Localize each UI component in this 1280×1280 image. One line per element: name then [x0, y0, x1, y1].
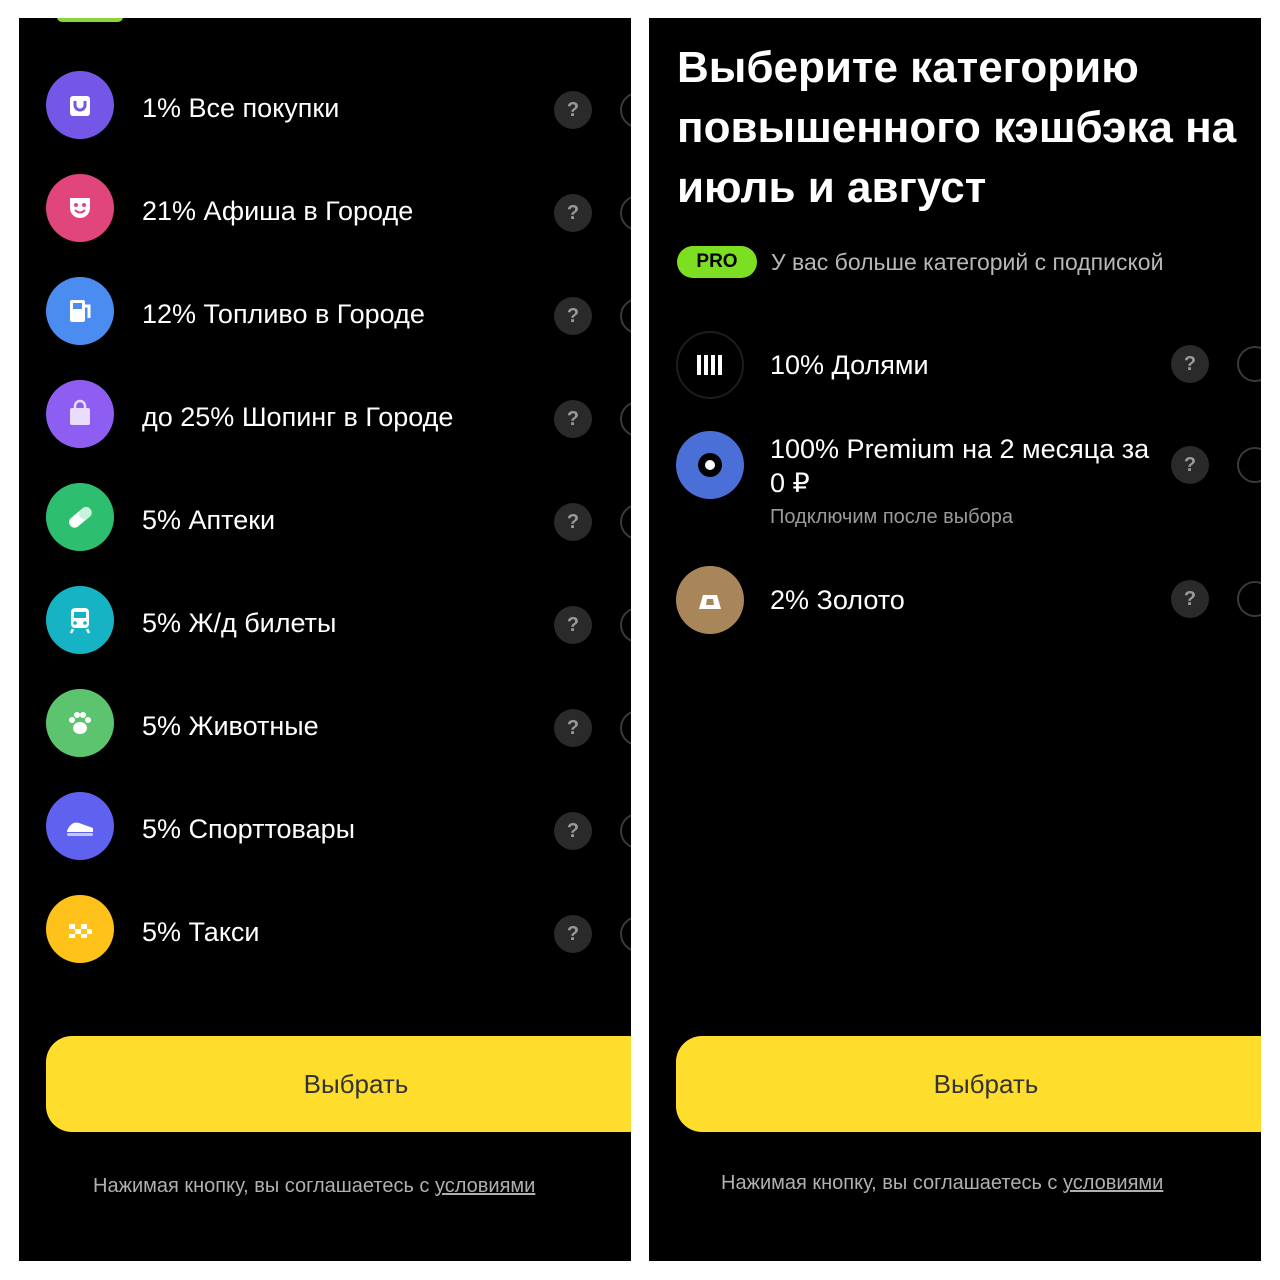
category-item-taxi[interactable]: 5% Такси ?: [19, 895, 631, 975]
help-icon[interactable]: ?: [554, 709, 592, 747]
help-icon[interactable]: ?: [554, 812, 592, 850]
dolyami-icon: [676, 331, 744, 399]
category-label: 1% Все покупки: [142, 93, 340, 123]
terms-link[interactable]: условиями: [435, 1175, 535, 1197]
category-label: 5% Такси: [142, 917, 260, 947]
category-item-premium[interactable]: 100% Premium на 2 месяца за 0 ₽ Подключи…: [649, 422, 1261, 542]
category-item-train[interactable]: 5% Ж/д билеты ?: [19, 586, 631, 666]
category-label: 10% Долями: [770, 350, 929, 380]
category-label: 21% Афиша в Городе: [142, 196, 414, 226]
category-radio[interactable]: [620, 916, 631, 952]
help-icon[interactable]: ?: [554, 91, 592, 129]
help-icon[interactable]: ?: [1171, 580, 1209, 618]
category-radio[interactable]: [620, 298, 631, 334]
paw-icon: [46, 689, 114, 757]
theater-mask-icon: [46, 174, 114, 242]
category-item-afisha[interactable]: 21% Афиша в Городе ?: [19, 174, 631, 254]
choose-button[interactable]: Выбрать: [46, 1036, 631, 1132]
left-screen: 1% Все покупки ? 21% Афиша в Городе ? 12…: [19, 18, 631, 1261]
page-title: Выберите категорию повышенного кэшбэка н…: [677, 43, 1237, 212]
category-radio[interactable]: [620, 92, 631, 128]
gold-bar-icon: [676, 566, 744, 634]
category-radio[interactable]: [620, 504, 631, 540]
category-label: 100% Premium на 2 месяца за 0 ₽: [770, 434, 1150, 498]
help-icon[interactable]: ?: [1171, 345, 1209, 383]
right-screen: Выберите категорию повышенного кэшбэка н…: [649, 18, 1261, 1261]
category-radio[interactable]: [620, 710, 631, 746]
category-label: 5% Спорттовары: [142, 814, 356, 844]
category-label: до 25% Шопинг в Городе: [142, 402, 454, 432]
category-label: 5% Животные: [142, 711, 319, 741]
fuel-pump-icon: [46, 277, 114, 345]
category-item-pharmacy[interactable]: 5% Аптеки ?: [19, 483, 631, 563]
sneaker-icon: [46, 792, 114, 860]
shopping-bag-icon: [46, 71, 114, 139]
terms-text: Нажимая кнопку, вы соглашаетесь с услови…: [93, 1175, 535, 1198]
terms-prefix: Нажимая кнопку, вы соглашаетесь с: [721, 1172, 1063, 1194]
taxi-checker-icon: [46, 895, 114, 963]
help-icon[interactable]: ?: [554, 503, 592, 541]
category-item-fuel[interactable]: 12% Топливо в Городе ?: [19, 277, 631, 357]
category-item-all-purchases[interactable]: 1% Все покупки ?: [19, 71, 631, 151]
scroll-hint: [57, 18, 123, 22]
category-radio[interactable]: [620, 813, 631, 849]
help-icon[interactable]: ?: [554, 606, 592, 644]
help-icon[interactable]: ?: [554, 194, 592, 232]
help-icon[interactable]: ?: [554, 915, 592, 953]
category-item-animals[interactable]: 5% Животные ?: [19, 689, 631, 769]
premium-target-icon: [676, 431, 744, 499]
category-radio[interactable]: [620, 607, 631, 643]
category-item-shopping[interactable]: до 25% Шопинг в Городе ?: [19, 380, 631, 460]
category-label: 12% Топливо в Городе: [142, 299, 425, 329]
help-icon[interactable]: ?: [1171, 446, 1209, 484]
choose-button[interactable]: Выбрать: [676, 1036, 1261, 1132]
category-item-gold[interactable]: 2% Золото ?: [649, 560, 1261, 640]
terms-prefix: Нажимая кнопку, вы соглашаетесь с: [93, 1175, 435, 1197]
bag-icon: [46, 380, 114, 448]
terms-link[interactable]: условиями: [1063, 1172, 1163, 1194]
train-icon: [46, 586, 114, 654]
category-radio[interactable]: [1237, 447, 1261, 483]
pro-info-text: У вас больше категорий с подпиской: [771, 249, 1164, 275]
help-icon[interactable]: ?: [554, 297, 592, 335]
category-item-dolyami[interactable]: 10% Долями ?: [649, 325, 1261, 405]
category-radio[interactable]: [620, 401, 631, 437]
category-sublabel: Подключим после выбора: [770, 506, 1013, 528]
help-icon[interactable]: ?: [554, 400, 592, 438]
pro-badge: PRO: [677, 246, 757, 278]
category-label: 5% Аптеки: [142, 505, 276, 535]
terms-text: Нажимая кнопку, вы соглашаетесь с услови…: [721, 1172, 1163, 1195]
category-radio[interactable]: [1237, 581, 1261, 617]
category-label: 2% Золото: [770, 585, 905, 615]
category-label: 5% Ж/д билеты: [142, 608, 337, 638]
category-radio[interactable]: [620, 195, 631, 231]
pill-icon: [46, 483, 114, 551]
category-item-sport[interactable]: 5% Спорттовары ?: [19, 792, 631, 872]
category-radio[interactable]: [1237, 346, 1261, 382]
